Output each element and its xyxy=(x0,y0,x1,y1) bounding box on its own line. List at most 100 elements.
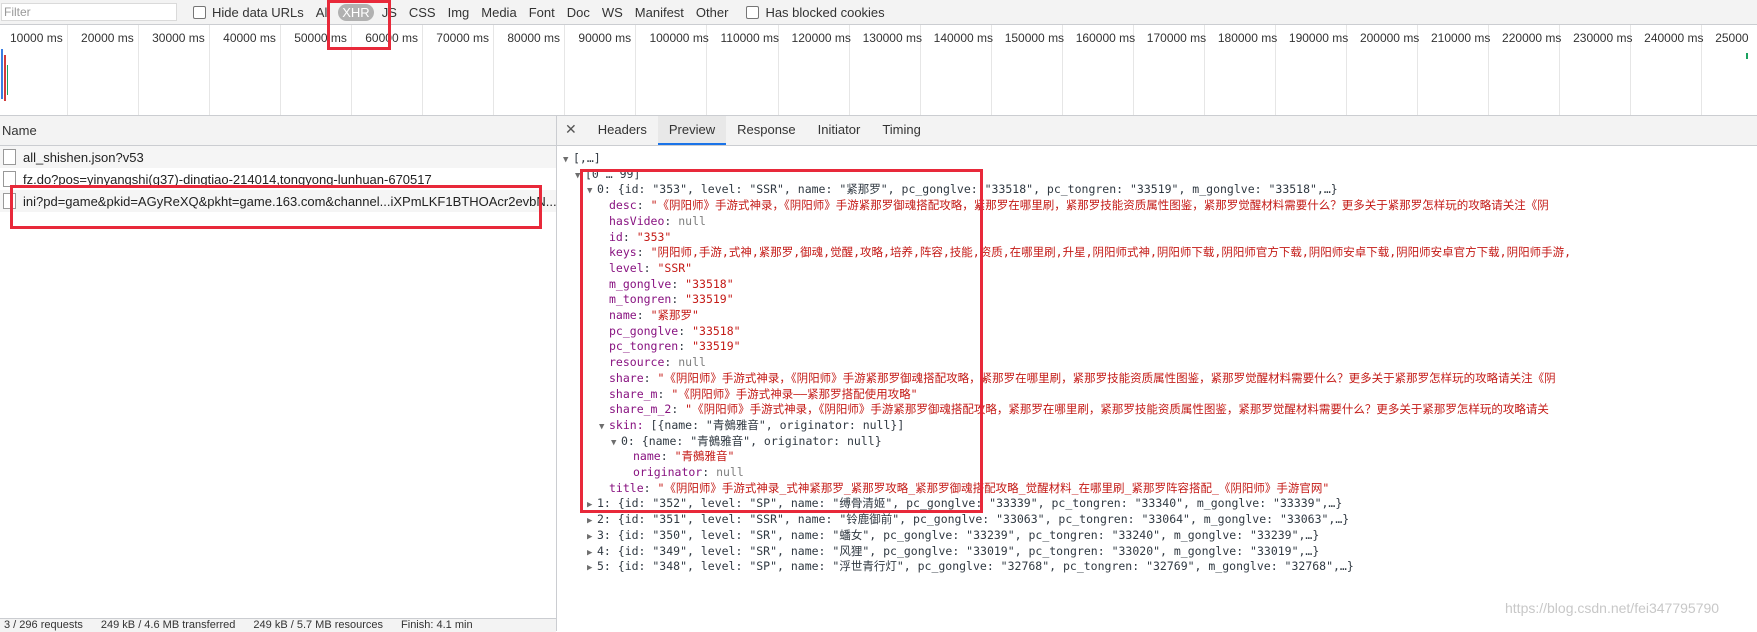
tree-value: "33519" xyxy=(692,339,741,354)
tree-key: name xyxy=(609,308,637,322)
name-column-header[interactable]: Name xyxy=(0,116,556,146)
tree-text: 5: {id: "348", level: "SP", name: "浮世青行灯… xyxy=(597,559,1354,574)
type-filter-manifest[interactable]: Manifest xyxy=(631,4,688,21)
tree-text: 0: {id: "353", level: "SSR", name: "紧那罗"… xyxy=(597,182,1338,197)
hide-data-urls-checkbox[interactable]: Hide data URLs xyxy=(193,5,304,20)
tab-timing[interactable]: Timing xyxy=(871,122,932,145)
timeline-tick-label: 40000 ms xyxy=(223,31,276,45)
tree-range[interactable]: ▼ [0 … 99] xyxy=(575,166,640,183)
type-filter-other[interactable]: Other xyxy=(692,4,733,21)
request-row[interactable]: all_shishen.json?v53 xyxy=(0,146,556,168)
timeline-tick-label: 70000 ms xyxy=(436,31,489,45)
request-row[interactable]: ini?pd=game&pkid=AGyReXQ&pkht=game.163.c… xyxy=(0,190,556,212)
tree-value: "SSR" xyxy=(657,260,693,275)
expand-open-icon[interactable]: ▼ xyxy=(587,183,597,200)
tree-colon: : xyxy=(671,402,686,417)
timeline-gridline xyxy=(635,25,637,115)
tree-field: name: "青鵺雅音" xyxy=(633,448,734,465)
tree-key: pc_gonglve xyxy=(609,323,679,338)
file-icon xyxy=(3,149,16,165)
request-name: all_shishen.json?v53 xyxy=(23,149,144,165)
expand-closed-icon[interactable]: ▶ xyxy=(587,560,597,577)
tree-key: m_gonglve xyxy=(609,276,672,291)
tree-field: level: "SSR" xyxy=(609,260,692,277)
tree-skin-item[interactable]: ▼ 0: {name: "青鵺雅音", originator: null} xyxy=(611,433,882,450)
tab-headers[interactable]: Headers xyxy=(587,122,658,145)
type-filter-xhr[interactable]: XHR xyxy=(338,3,374,21)
tree-field: pc_gonglve: "33518" xyxy=(609,323,741,340)
tab-response[interactable]: Response xyxy=(726,122,807,145)
tab-initiator[interactable]: Initiator xyxy=(807,122,872,145)
tree-value: "《阴阳师》手游式神录，《阴阳师》手游紧那罗御魂搭配攻略，紧那罗在哪里刷，紧那罗… xyxy=(650,198,1549,213)
filter-input[interactable] xyxy=(1,3,177,21)
type-filter-media[interactable]: Media xyxy=(477,4,520,21)
tree-colon: : xyxy=(622,229,637,244)
tree-item[interactable]: ▶ 1: {id: "352", level: "SP", name: "缚骨清姬… xyxy=(587,495,1342,512)
tree-value: "33518" xyxy=(685,276,734,291)
tree-colon: : xyxy=(678,323,693,338)
tree-field: m_tongren: "33519" xyxy=(609,291,734,308)
tree-colon: : xyxy=(657,386,672,401)
tree-item[interactable]: ▶ 5: {id: "348", level: "SP", name: "浮世青行… xyxy=(587,558,1354,575)
close-icon[interactable]: ✕ xyxy=(565,122,577,138)
timeline-overview[interactable]: 10000 ms 20000 ms 30000 ms 40000 ms 50000 ms… xyxy=(0,25,1757,116)
checkbox-icon[interactable] xyxy=(193,5,206,19)
expand-open-icon[interactable]: ▼ xyxy=(563,152,573,169)
tree-colon: : xyxy=(702,465,717,479)
tree-skin[interactable]: ▼ skin: [{name: "青鵺雅音", originator: null}… xyxy=(599,417,904,434)
type-filter-ws[interactable]: WS xyxy=(598,4,627,21)
tree-item[interactable]: ▶ 3: {id: "350", level: "SR", name: "蟠女",… xyxy=(587,527,1319,544)
timeline-tick-label: 160000 ms xyxy=(1075,31,1136,45)
expand-open-icon[interactable]: ▼ xyxy=(599,419,609,436)
timeline-tick-label: 210000 ms xyxy=(1431,31,1491,45)
tree-colon: : xyxy=(636,198,651,213)
type-filter-font[interactable]: Font xyxy=(525,4,559,21)
tree-item[interactable]: ▶ 2: {id: "351", level: "SSR", name: "铃鹿御… xyxy=(587,511,1349,528)
tree-item[interactable]: ▼ 0: {id: "353", level: "SSR", name: "紧那罗… xyxy=(587,181,1338,198)
file-icon xyxy=(3,193,16,209)
tree-text: [0 … 99] xyxy=(585,166,641,181)
tree-field: share_m_2: "《阴阳师》手游式神录，《阴阳师》手游紧那罗御魂搭配攻略，… xyxy=(609,401,1549,418)
tree-field: hasVideo: null xyxy=(609,213,706,230)
tree-item[interactable]: ▶ 4: {id: "349", level: "SR", name: "风狸",… xyxy=(587,543,1319,560)
tree-key: level xyxy=(609,260,644,275)
checkbox-icon[interactable] xyxy=(746,5,760,19)
tree-key: resource xyxy=(609,355,665,370)
timeline-gridline xyxy=(138,25,140,115)
timeline-tick-label: 190000 ms xyxy=(1288,31,1349,45)
expand-open-icon[interactable]: ▼ xyxy=(611,435,621,452)
tree-key: desc xyxy=(609,198,637,213)
type-filter-all[interactable]: All xyxy=(312,4,334,21)
tree-text: 1: {id: "352", level: "SP", name: "缚骨清姬"… xyxy=(597,496,1343,511)
timeline-tick-label: 25000 xyxy=(1715,31,1749,45)
type-filter-js[interactable]: JS xyxy=(378,4,401,21)
type-filter-img[interactable]: Img xyxy=(444,4,474,21)
tree-colon: : xyxy=(664,213,679,228)
tree-key: keys xyxy=(609,245,637,260)
tree-key: share_m_2 xyxy=(609,402,672,417)
tree-value: "《阴阳师》手游式神录_式神紧那罗_紧那罗攻略_紧那罗御魂搭配攻略_觉醒材料_在… xyxy=(657,480,1330,495)
request-name: fz.do?pos=yinyangshi(g37)-dingtiao-21401… xyxy=(23,171,432,187)
type-filter-css[interactable]: CSS xyxy=(405,4,440,21)
tree-field: share: "《阴阳师》手游式神录，《阴阳师》手游紧那罗御魂搭配攻略，紧那罗在… xyxy=(609,370,1556,387)
request-bar xyxy=(7,65,8,95)
timeline-tick-label: 60000 ms xyxy=(365,31,418,45)
tree-text: 2: {id: "351", level: "SSR", name: "铃鹿御前… xyxy=(597,512,1350,527)
timeline-tick-label: 230000 ms xyxy=(1573,31,1633,45)
timeline-tick-label: 20000 ms xyxy=(81,31,134,45)
request-bar xyxy=(1746,53,1748,59)
tree-value: "33518" xyxy=(692,323,741,338)
tab-preview[interactable]: Preview xyxy=(657,116,727,145)
tree-field: title: "《阴阳师》手游式神录_式神紧那罗_紧那罗攻略_紧那罗御魂搭配攻略… xyxy=(609,480,1329,497)
request-row[interactable]: fz.do?pos=yinyangshi(g37)-dingtiao-21401… xyxy=(0,168,556,190)
tree-field: keys: "阴阳师,手游,式神,紧那罗,御魂,觉醒,攻略,培养,阵容,技能,资… xyxy=(609,244,1571,261)
tree-root[interactable]: ▼ [,…] xyxy=(563,150,601,167)
requests-panel: Name all_shishen.json?v53 fz.do?pos=yinya… xyxy=(0,116,557,631)
expand-open-icon[interactable]: ▼ xyxy=(575,168,585,185)
type-filter-doc[interactable]: Doc xyxy=(563,4,594,21)
timeline-tick-label: 240000 ms xyxy=(1644,31,1704,45)
json-preview-tree: ▼ [,…] ▼ [0 … 99] ▼ 0: {id: "353", level: "SS… xyxy=(557,146,1757,631)
has-blocked-cookies-checkbox[interactable]: Has blocked cookies xyxy=(746,5,885,20)
timeline-tick-label: 220000 ms xyxy=(1502,31,1562,45)
tree-value: "紧那罗" xyxy=(650,308,699,322)
